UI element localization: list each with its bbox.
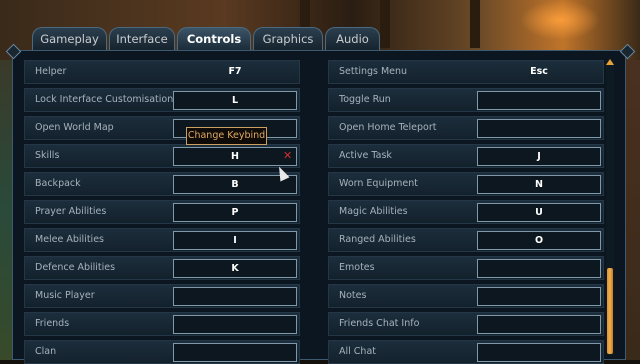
keybind-row[interactable]: Emotes: [328, 256, 604, 280]
keybind-row[interactable]: Friends: [24, 312, 300, 336]
keybind-row[interactable]: Helper F7: [24, 60, 300, 84]
keybind-row[interactable]: All Chat: [328, 340, 604, 364]
keybind-row[interactable]: Defence Abilities K: [24, 256, 300, 280]
keybind-label: Ranged Abilities: [339, 234, 416, 245]
bookshelf-post: [470, 0, 480, 48]
keybind-input[interactable]: H: [173, 147, 297, 166]
keybind-row[interactable]: Ranged Abilities O: [328, 228, 604, 252]
keybind-input[interactable]: [477, 343, 601, 362]
keybind-input[interactable]: L: [173, 91, 297, 110]
keybind-input[interactable]: [477, 287, 601, 306]
settings-tabs: Gameplay Interface Controls Graphics Aud…: [32, 27, 380, 50]
keybind-label: All Chat: [339, 346, 376, 357]
right-world-edge: [626, 60, 640, 360]
keybind-input[interactable]: P: [173, 203, 297, 222]
keybind-input[interactable]: [173, 315, 297, 334]
keybind-row[interactable]: Settings Menu Esc: [328, 60, 604, 84]
keybind-label: Notes: [339, 290, 367, 301]
keybind-label: Prayer Abilities: [35, 206, 107, 217]
keybind-input[interactable]: K: [173, 259, 297, 278]
tab-interface[interactable]: Interface: [109, 27, 175, 50]
keybind-row[interactable]: Lock Interface Customisation L: [24, 88, 300, 112]
tab-gameplay[interactable]: Gameplay: [32, 27, 107, 50]
keybind-row[interactable]: Melee Abilities I: [24, 228, 300, 252]
keybind-row[interactable]: Magic Abilities U: [328, 200, 604, 224]
keybind-value[interactable]: F7: [173, 63, 297, 82]
scrollbar-thumb[interactable]: [607, 268, 613, 354]
close-icon[interactable]: ✕: [283, 150, 292, 162]
arrow-up-icon[interactable]: [606, 59, 614, 65]
keybind-input[interactable]: [173, 343, 297, 362]
tab-controls[interactable]: Controls: [177, 27, 251, 50]
keybind-label: Settings Menu: [339, 66, 408, 77]
keybind-input[interactable]: I: [173, 231, 297, 250]
keybind-input[interactable]: [477, 315, 601, 334]
tab-audio[interactable]: Audio: [325, 27, 380, 50]
keybind-input[interactable]: [477, 119, 601, 138]
keybind-input[interactable]: [477, 91, 601, 110]
keybind-label: Worn Equipment: [339, 178, 418, 189]
keybind-label: Backpack: [35, 178, 81, 189]
keybind-label: Friends Chat Info: [339, 318, 420, 329]
keybind-value[interactable]: Esc: [477, 63, 601, 82]
keybind-row[interactable]: Skills H ✕: [24, 144, 300, 168]
keybind-label: Toggle Run: [339, 94, 391, 105]
keybind-input[interactable]: N: [477, 175, 601, 194]
keybind-row[interactable]: Open Home Teleport: [328, 116, 604, 140]
keybind-row[interactable]: Clan: [24, 340, 300, 364]
keybind-label: Lock Interface Customisation: [35, 94, 174, 105]
keybind-row[interactable]: Prayer Abilities P: [24, 200, 300, 224]
keybind-tooltip: Change Keybind: [186, 127, 267, 145]
keybind-label: Helper: [35, 66, 67, 77]
bookshelf-post: [380, 0, 390, 48]
keybind-label: Open World Map: [35, 122, 114, 133]
keybind-input[interactable]: [477, 259, 601, 278]
keybind-label: Magic Abilities: [339, 206, 408, 217]
keybind-row[interactable]: Notes: [328, 284, 604, 308]
keybind-row[interactable]: Toggle Run: [328, 88, 604, 112]
keybind-row[interactable]: Backpack B: [24, 172, 300, 196]
keybind-input[interactable]: U: [477, 203, 601, 222]
keybind-label: Clan: [35, 346, 57, 357]
keybind-label: Music Player: [35, 290, 95, 301]
keybind-input[interactable]: O: [477, 231, 601, 250]
keybind-label: Melee Abilities: [35, 234, 104, 245]
keybind-label: Skills: [35, 150, 60, 161]
keybind-input[interactable]: J: [477, 147, 601, 166]
tab-graphics[interactable]: Graphics: [253, 27, 323, 50]
keybind-label: Defence Abilities: [35, 262, 116, 273]
keybind-label: Active Task: [339, 150, 392, 161]
keybind-label: Open Home Teleport: [339, 122, 437, 133]
keybind-label: Emotes: [339, 262, 375, 273]
keybind-label: Friends: [35, 318, 70, 329]
keybind-input[interactable]: [173, 287, 297, 306]
keybind-row[interactable]: Friends Chat Info: [328, 312, 604, 336]
keybind-row[interactable]: Worn Equipment N: [328, 172, 604, 196]
keybind-row[interactable]: Active Task J: [328, 144, 604, 168]
keybind-row[interactable]: Music Player: [24, 284, 300, 308]
candle-glow: [520, 0, 600, 40]
